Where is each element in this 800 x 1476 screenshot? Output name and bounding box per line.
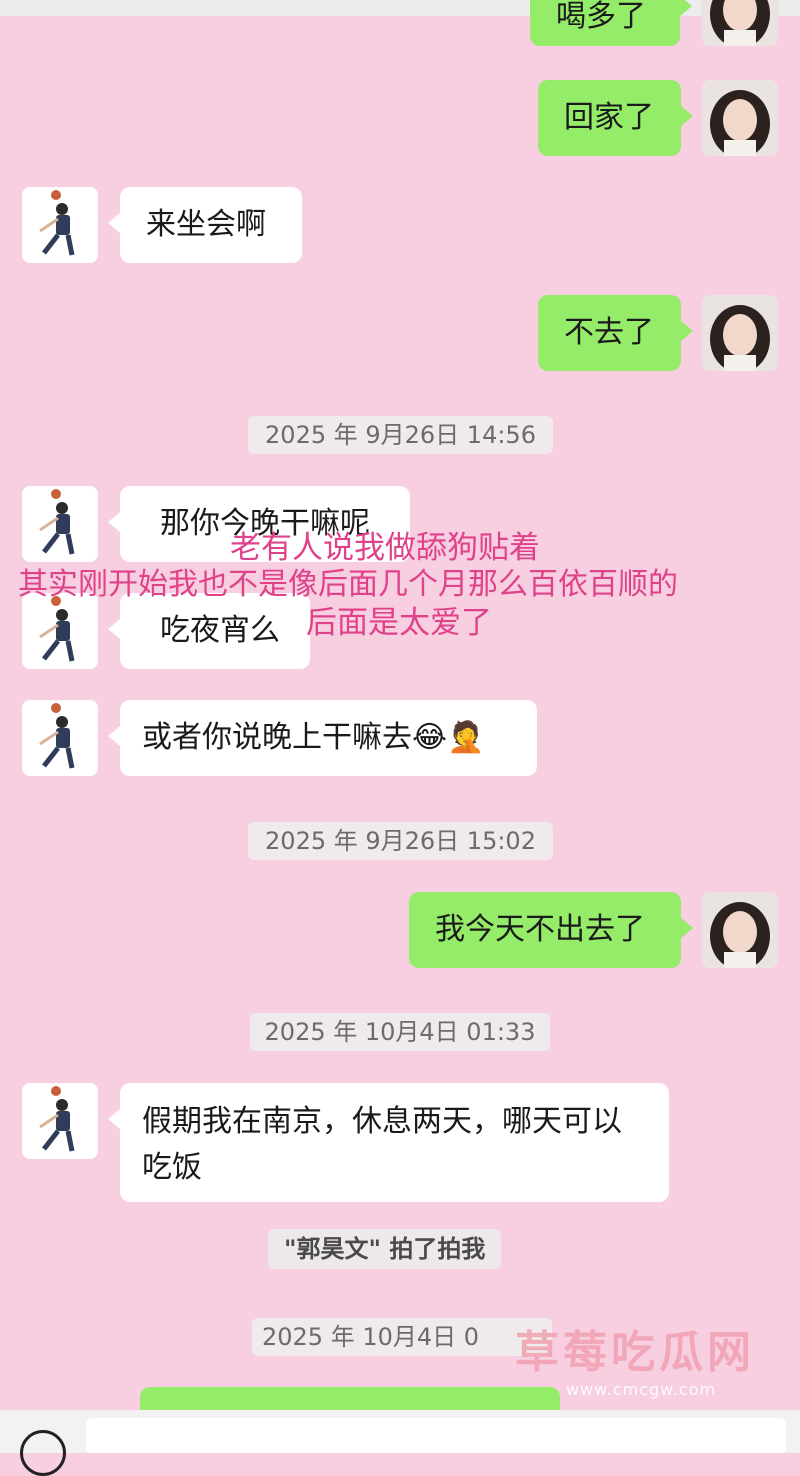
- message-text: 回家了: [564, 100, 654, 135]
- message-bubble-incoming[interactable]: 或者你说晚上干嘛去😂🤦: [108, 700, 537, 776]
- timestamp: 2025 年 10月4日 0: [252, 1318, 552, 1356]
- my-avatar[interactable]: [702, 295, 778, 371]
- contact-avatar[interactable]: [22, 187, 98, 263]
- timestamp: 2025 年 9月26日 14:56: [248, 416, 553, 454]
- overlay-caption-line-1: 老有人说我做舔狗贴着: [230, 530, 540, 566]
- timestamp: 2025 年 9月26日 15:02: [248, 822, 553, 860]
- message-input[interactable]: [86, 1418, 786, 1453]
- my-avatar[interactable]: [702, 0, 778, 46]
- message-text: 我今天不出去了: [435, 912, 645, 947]
- watermark-url: www.cmcgw.com: [566, 1380, 717, 1399]
- message-text: 吃夜宵么: [160, 613, 280, 648]
- pat-notice: "郭昊文" 拍了拍我: [268, 1229, 502, 1269]
- contact-avatar[interactable]: [22, 700, 98, 776]
- my-avatar[interactable]: [702, 80, 778, 156]
- my-avatar[interactable]: [702, 892, 778, 968]
- message-bubble-incoming[interactable]: 假期我在南京，休息两天，哪天可以吃饭: [108, 1083, 669, 1202]
- contact-avatar[interactable]: [22, 593, 98, 669]
- overlay-caption-line-2: 其实刚开始我也不是像后面几个月那么百依百顺的: [18, 567, 678, 602]
- message-text: 喝多了: [556, 0, 646, 34]
- message-bubble-outgoing[interactable]: 不去了: [538, 295, 693, 371]
- overlay-caption-line-3: 后面是太爱了: [306, 605, 492, 641]
- message-text: 来坐会啊: [146, 207, 266, 242]
- voice-icon[interactable]: [20, 1430, 66, 1476]
- message-bubble-outgoing[interactable]: 喝多了: [530, 0, 692, 46]
- contact-avatar[interactable]: [22, 486, 98, 562]
- watermark-logo: 草莓吃瓜网: [515, 1327, 755, 1378]
- timestamp: 2025 年 10月4日 01:33: [250, 1013, 550, 1051]
- contact-avatar[interactable]: [22, 1083, 98, 1159]
- message-bubble-outgoing[interactable]: 我今天不出去了: [409, 892, 693, 968]
- message-bubble-incoming[interactable]: 来坐会啊: [108, 187, 302, 263]
- message-text: 或者你说晚上干嘛去😂🤦: [142, 720, 485, 755]
- message-text: 假期我在南京，休息两天，哪天可以吃饭: [142, 1104, 622, 1185]
- message-bubble-incoming[interactable]: 吃夜宵么: [108, 593, 310, 669]
- message-text: 不去了: [564, 315, 654, 350]
- message-bubble-outgoing[interactable]: 回家了: [538, 80, 693, 156]
